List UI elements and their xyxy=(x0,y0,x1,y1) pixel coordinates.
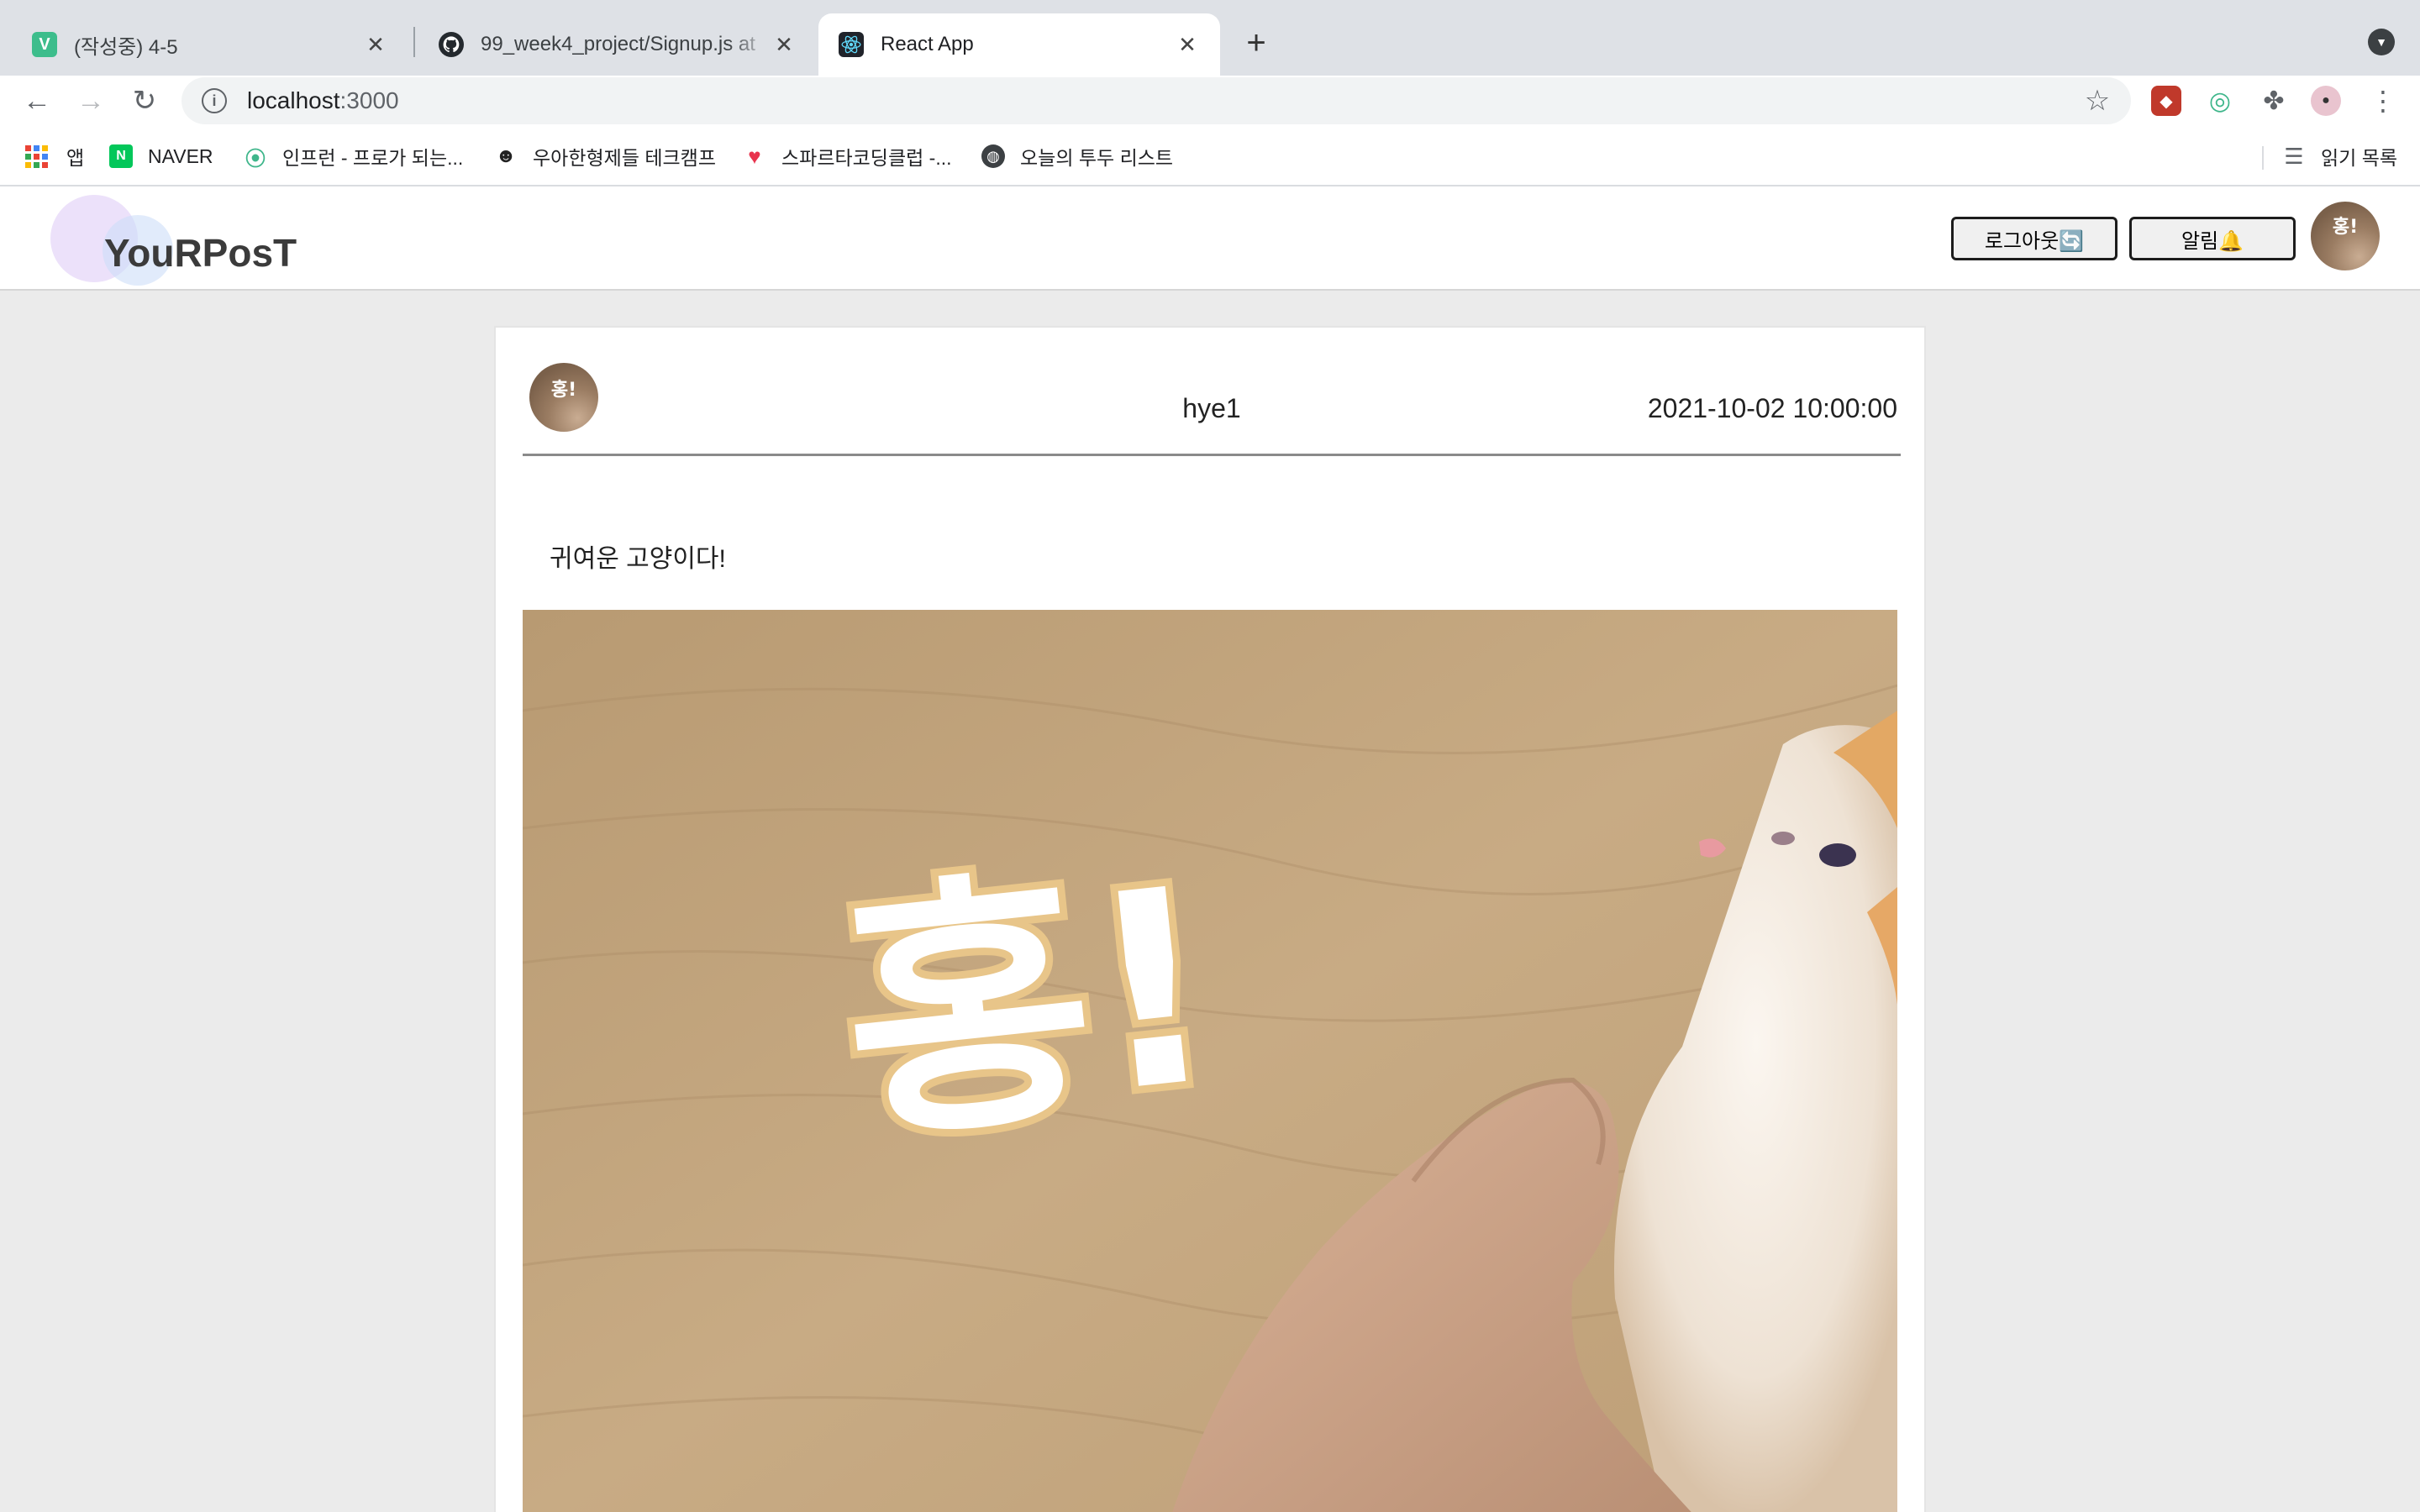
browser-toolbar: ← → ↻ i localhost:3000 ☆ ◆ ◎ ✤ ● ⋮ xyxy=(0,76,2420,126)
tab-title: (작성중) 4-5 xyxy=(74,35,178,59)
close-icon[interactable]: ✕ xyxy=(363,32,388,57)
naver-icon: N xyxy=(109,144,133,168)
site-info-icon[interactable]: i xyxy=(202,88,227,113)
address-bar[interactable]: i localhost:3000 ☆ xyxy=(182,77,2131,124)
bookmark-star-icon[interactable]: ☆ xyxy=(2081,84,2114,118)
close-icon[interactable]: ✕ xyxy=(771,32,797,57)
close-icon[interactable]: ✕ xyxy=(1175,32,1200,57)
post-divider xyxy=(523,454,1901,456)
bookmark-naver[interactable]: N NAVER xyxy=(109,141,213,171)
woowa-icon: ☻ xyxy=(495,144,517,167)
bookmark-sparta[interactable]: ♥ 스파르타코딩클럽 -... xyxy=(743,141,952,171)
post-content: 귀여운 고양이다! xyxy=(550,545,726,573)
reading-list-icon: ☰ xyxy=(2284,143,2304,169)
chrome-menu-icon[interactable]: ⋮ xyxy=(2368,86,2398,116)
bookmark-label: 앱 xyxy=(66,147,85,169)
extension-red-icon[interactable]: ◆ xyxy=(2151,86,2181,116)
url-port: :3000 xyxy=(339,87,399,113)
url-host: localhost xyxy=(247,87,340,113)
browser-tab-bar: V (작성중) 4-5 ✕ 99_week4_project/Signup.js… xyxy=(0,0,2420,76)
app-logo[interactable]: YouRPosT xyxy=(104,230,297,276)
extensions-puzzle-icon[interactable]: ✤ xyxy=(2259,86,2289,116)
kitten-photo: 홍! xyxy=(523,610,1897,1512)
tab-title: 99_week4_project/Signup.js at xyxy=(481,33,755,55)
logout-button[interactable]: 로그아웃🔄 xyxy=(1951,217,2118,260)
avatar-text: 홍! xyxy=(2332,217,2359,238)
reading-list-label: 읽기 목록 xyxy=(2321,147,2398,169)
tab-separator xyxy=(413,27,415,57)
react-icon xyxy=(839,32,864,57)
image-sticker-text: 홍! xyxy=(829,830,1230,1179)
bookmark-label: NAVER xyxy=(148,144,213,167)
tab-github[interactable]: 99_week4_project/Signup.js at ✕ xyxy=(418,13,817,76)
bookmark-inflearn[interactable]: ⦿ 인프런 - 프로가 되는... xyxy=(244,141,463,171)
sparta-icon: ♥ xyxy=(748,143,761,169)
bookmark-woowa[interactable]: ☻ 우아한형제들 테크캠프 xyxy=(494,141,716,171)
profile-avatar[interactable]: 홍! xyxy=(2311,202,2380,270)
forward-icon[interactable]: → xyxy=(72,82,109,119)
apps-grid-icon xyxy=(25,144,48,168)
post-card: 홍! hye1 2021-10-02 10:00:00 귀여운 고양이다! 홍! xyxy=(494,326,1926,1512)
extension-green-icon[interactable]: ◎ xyxy=(2205,86,2235,116)
v-icon: V xyxy=(32,32,57,57)
bookmark-todo[interactable]: ◍ 오늘의 투두 리스트 xyxy=(981,141,1173,171)
url-text[interactable]: localhost:3000 xyxy=(247,87,2081,114)
bookmark-label: 스파르타코딩클럽 -... xyxy=(781,147,952,169)
tab-react-app[interactable]: React App ✕ xyxy=(818,13,1220,76)
post-date: 2021-10-02 10:00:00 xyxy=(1647,393,1897,423)
back-icon[interactable]: ← xyxy=(18,82,55,119)
alarm-button[interactable]: 알림🔔 xyxy=(2129,217,2296,260)
profile-icon[interactable]: ● xyxy=(2311,86,2341,116)
inflearn-icon: ⦿ xyxy=(245,147,266,171)
bookmarks-bar: 앱 N NAVER ⦿ 인프런 - 프로가 되는... ☻ 우아한형제들 테크캠… xyxy=(0,126,2420,186)
github-icon xyxy=(439,32,464,57)
post-image: 홍! xyxy=(523,610,1897,1512)
reload-icon[interactable]: ↻ xyxy=(126,82,163,119)
tab-draft[interactable]: V (작성중) 4-5 ✕ xyxy=(12,13,408,76)
bookmark-label: 인프런 - 프로가 되는... xyxy=(282,147,464,169)
bookmark-apps[interactable]: 앱 xyxy=(25,141,84,171)
reading-list[interactable]: ☰ 읽기 목록 xyxy=(2282,141,2397,171)
tab-title: React App xyxy=(881,33,974,55)
bookmark-label: 우아한형제들 테크캠프 xyxy=(533,147,716,169)
bookmark-label: 오늘의 투두 리스트 xyxy=(1020,147,1174,169)
globe-icon: ◍ xyxy=(981,144,1005,168)
app-header: YouRPosT 로그아웃🔄 알림🔔 홍! xyxy=(0,186,2420,291)
tab-search-icon[interactable]: ▼ xyxy=(2368,29,2395,55)
page: YouRPosT 로그아웃🔄 알림🔔 홍! 홍! hye1 2021-10-02… xyxy=(0,186,2420,1512)
new-tab-button[interactable]: + xyxy=(1237,24,1276,62)
bookmarks-separator xyxy=(2262,146,2264,170)
